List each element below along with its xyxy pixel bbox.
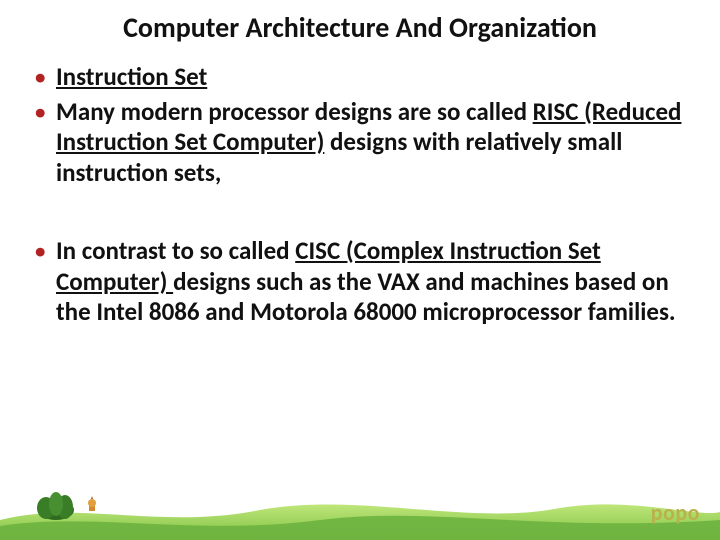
watermark-text: popo xyxy=(651,499,700,526)
bullet-2: Many modern processor designs are so cal… xyxy=(28,97,692,189)
slide-title: Computer Architecture And Organization xyxy=(28,12,692,44)
bullet-list: Instruction Set Many modern processor de… xyxy=(28,62,692,188)
bullet-1-text: Instruction Set xyxy=(56,61,207,92)
grass-decoration xyxy=(0,486,720,540)
bullet-list-2: In contrast to so called CISC (Complex I… xyxy=(28,236,692,328)
bullet-3-pre: In contrast to so called xyxy=(56,235,295,266)
slide: Computer Architecture And Organization I… xyxy=(0,0,720,540)
bullet-1: Instruction Set xyxy=(28,62,692,93)
spacer xyxy=(28,192,692,236)
bullet-2-pre: Many modern processor designs are so cal… xyxy=(56,96,533,127)
bullet-3: In contrast to so called CISC (Complex I… xyxy=(28,236,692,328)
